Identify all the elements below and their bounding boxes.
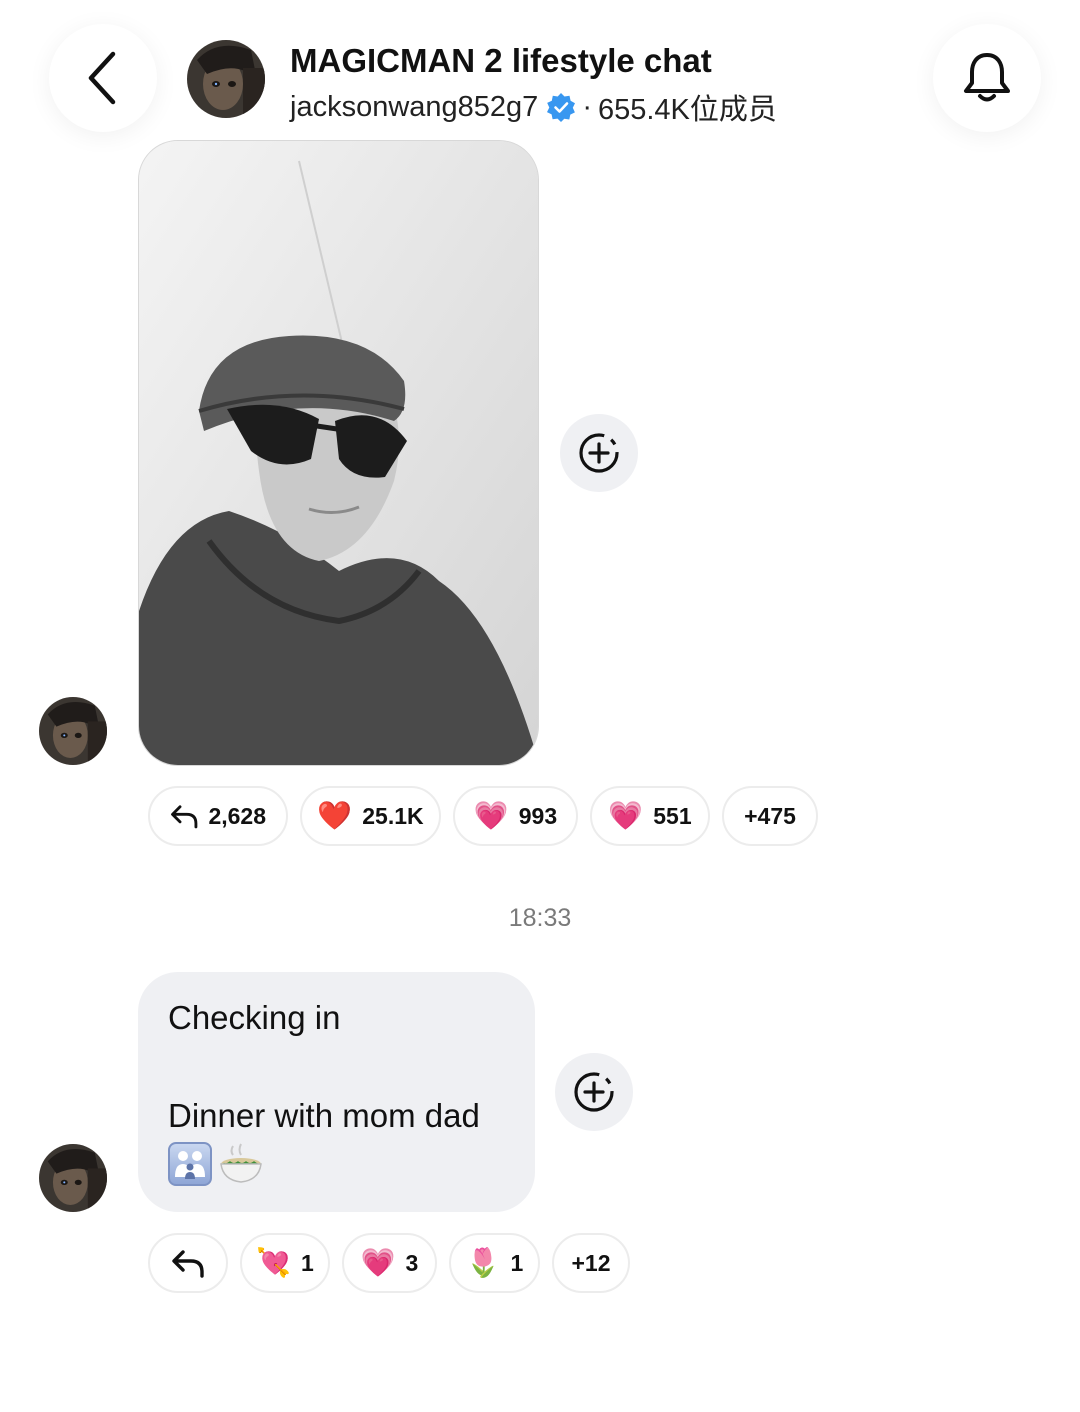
reaction-pill[interactable]: 🌷 1 bbox=[449, 1233, 540, 1293]
reaction-pill[interactable]: 💘 1 bbox=[240, 1233, 330, 1293]
photo-reactions: 2,628 ❤️ 25.1K 💗 993 💗 551 +475 bbox=[148, 786, 818, 846]
pink-heart-emoji: 💗 bbox=[360, 1247, 396, 1278]
sparkling-heart-emoji: 💗 bbox=[473, 800, 509, 831]
reaction-count: 1 bbox=[510, 1249, 524, 1276]
reply-arrow-icon bbox=[171, 805, 198, 829]
text-message-bubble[interactable]: Checking in Dinner with mom dad bbox=[138, 972, 535, 1212]
reply-pill[interactable] bbox=[148, 1233, 228, 1293]
reaction-count: 1 bbox=[301, 1249, 314, 1276]
reply-count: 2,628 bbox=[208, 802, 266, 829]
photo-message[interactable] bbox=[138, 140, 539, 766]
tulip-emoji: 🌷 bbox=[465, 1247, 501, 1278]
more-reactions-count: +475 bbox=[744, 802, 796, 829]
reaction-pill[interactable]: 💗 993 bbox=[453, 786, 578, 846]
member-count[interactable]: 655.4K位成员 bbox=[598, 86, 777, 128]
verified-badge-icon bbox=[546, 92, 576, 122]
more-reactions-pill[interactable]: +12 bbox=[552, 1233, 630, 1293]
back-button[interactable] bbox=[49, 24, 157, 132]
separator-dot: · bbox=[582, 90, 592, 123]
reaction-pill[interactable]: 💗 3 bbox=[342, 1233, 437, 1293]
message-line: Checking in bbox=[168, 999, 341, 1036]
owner-username[interactable]: jacksonwang852g7 bbox=[290, 91, 538, 124]
add-reaction-button[interactable] bbox=[560, 414, 638, 492]
reply-arrow-icon bbox=[172, 1250, 204, 1278]
reaction-count: 25.1K bbox=[362, 802, 424, 829]
red-heart-emoji: ❤️ bbox=[317, 800, 353, 831]
chat-title[interactable]: MAGICMAN 2 lifestyle chat bbox=[290, 42, 712, 80]
pink-heart-emoji: 💗 bbox=[608, 800, 644, 831]
photo-image bbox=[139, 141, 538, 765]
sender-avatar[interactable] bbox=[39, 697, 107, 765]
chevron-left-icon bbox=[88, 51, 116, 105]
bell-icon bbox=[964, 53, 1010, 102]
reply-count-pill[interactable]: 2,628 bbox=[148, 786, 288, 846]
reaction-count: 551 bbox=[653, 802, 692, 829]
text-message-reactions: 💘 1 💗 3 🌷 1 +12 bbox=[148, 1233, 630, 1293]
message-timestamp: 18:33 bbox=[508, 904, 572, 932]
sender-avatar[interactable] bbox=[39, 1144, 107, 1212]
notifications-button[interactable] bbox=[933, 24, 1041, 132]
chat-header: MAGICMAN 2 lifestyle chat jacksonwang852… bbox=[0, 0, 1080, 140]
reaction-count: 3 bbox=[405, 1249, 419, 1276]
family-emoji-icon bbox=[168, 1142, 212, 1186]
chat-subtitle: jacksonwang852g7 · 655.4K位成员 bbox=[290, 86, 777, 128]
steaming-bowl-emoji-icon bbox=[220, 1143, 262, 1183]
add-reaction-icon bbox=[579, 433, 619, 473]
more-reactions-pill[interactable]: +475 bbox=[722, 786, 818, 846]
reaction-pill[interactable]: ❤️ 25.1K bbox=[300, 786, 441, 846]
more-reactions-count: +12 bbox=[571, 1249, 611, 1276]
group-avatar[interactable] bbox=[187, 40, 265, 118]
add-reaction-icon bbox=[574, 1072, 614, 1112]
reaction-count: 993 bbox=[518, 802, 558, 829]
message-emojis bbox=[168, 1142, 505, 1186]
message-line: Dinner with mom dad bbox=[168, 1097, 480, 1134]
heart-with-arrow-emoji: 💘 bbox=[256, 1247, 292, 1278]
reaction-pill[interactable]: 💗 551 bbox=[590, 786, 710, 846]
add-reaction-button[interactable] bbox=[555, 1053, 633, 1131]
